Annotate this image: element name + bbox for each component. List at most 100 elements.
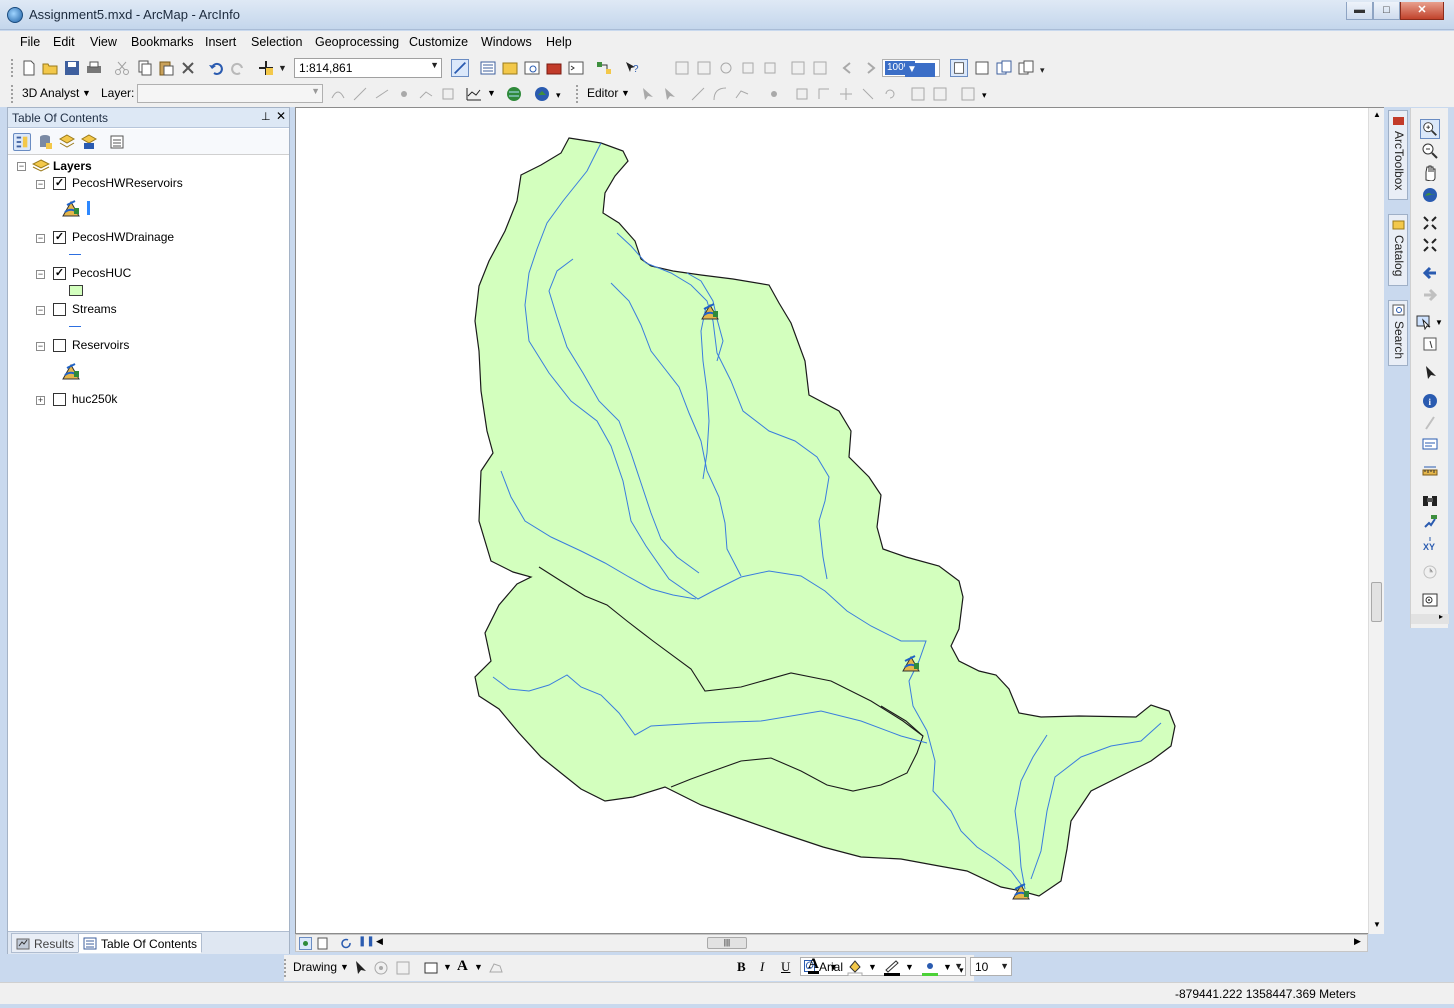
create-features-icon[interactable]: [960, 86, 976, 102]
interpolate-point-icon[interactable]: [396, 86, 412, 102]
layer-collapse-toggle[interactable]: −: [36, 306, 45, 315]
marker-color-icon[interactable]: [921, 958, 939, 976]
edit-vertices-icon[interactable]: [488, 960, 504, 976]
huc-polygon-symbol[interactable]: [69, 285, 83, 296]
whats-this-icon[interactable]: ?: [624, 60, 640, 76]
change-layout-icon[interactable]: [996, 60, 1012, 76]
3d-analyst-menu[interactable]: 3D Analyst: [22, 86, 79, 100]
rectangle-dropdown-icon[interactable]: ▼: [443, 962, 452, 972]
list-by-source-icon[interactable]: [36, 133, 54, 151]
list-by-selection-icon[interactable]: [80, 133, 98, 151]
font-color-dropdown-icon[interactable]: ▼: [829, 962, 838, 972]
huc-polygon-north[interactable]: [474, 137, 1176, 897]
layer-visibility-checkbox[interactable]: ✓: [53, 231, 66, 244]
bold-button[interactable]: B: [737, 959, 746, 975]
tab-search[interactable]: Search: [1388, 300, 1408, 366]
drawing-dropdown-icon[interactable]: ▼: [340, 962, 349, 972]
tab-arctoolbox[interactable]: ArcToolbox: [1388, 110, 1408, 200]
fixed-zoom-out-icon[interactable]: [696, 60, 712, 76]
toolbar-options-icon[interactable]: ▾: [959, 965, 964, 976]
layout-view-icon[interactable]: [316, 937, 329, 950]
scroll-up-icon[interactable]: ▲: [1373, 110, 1381, 119]
arctoolbox-icon[interactable]: [546, 60, 562, 76]
drainage-line-symbol[interactable]: [69, 254, 81, 255]
next-extent-icon[interactable]: [862, 60, 878, 76]
copy-icon[interactable]: [137, 60, 153, 76]
fill-color-dropdown-icon[interactable]: ▼: [868, 962, 877, 972]
menu-windows[interactable]: Windows: [481, 35, 532, 49]
minimize-button[interactable]: ▬: [1346, 2, 1373, 20]
layer-name[interactable]: Streams: [72, 302, 117, 316]
attributes-icon[interactable]: [910, 86, 926, 102]
map-vertical-scrollbar[interactable]: ▲ ▼: [1368, 108, 1384, 934]
undo-icon[interactable]: [208, 60, 224, 76]
toolbar-grip[interactable]: [11, 59, 14, 77]
layer-name[interactable]: Reservoirs: [72, 338, 129, 352]
select-elements-icon[interactable]: [352, 960, 368, 976]
straight-segment-icon[interactable]: [690, 86, 706, 102]
zoom-whole-page-icon[interactable]: [740, 60, 756, 76]
data-driven-pages-icon[interactable]: [1018, 60, 1034, 76]
layer-dropdown-icon[interactable]: ▼: [311, 86, 320, 96]
paste-icon[interactable]: [158, 60, 174, 76]
arcscene-icon[interactable]: [534, 86, 550, 102]
vertical-scroll-thumb[interactable]: [1371, 582, 1382, 622]
reservoir-symbol-icon[interactable]: [61, 361, 81, 381]
layers-collapse-toggle[interactable]: −: [17, 162, 26, 171]
menu-help[interactable]: Help: [546, 35, 572, 49]
find-binoculars-icon[interactable]: [1422, 492, 1438, 508]
steepest-path-icon[interactable]: [352, 86, 368, 102]
go-back-extent-icon[interactable]: [1422, 265, 1438, 281]
zoom-percent-combo[interactable]: 100% ▼: [882, 59, 940, 77]
underline-button[interactable]: U: [781, 959, 790, 975]
rectangle-icon[interactable]: [423, 960, 439, 976]
scroll-left-icon[interactable]: ◀: [376, 936, 383, 947]
fill-color-icon[interactable]: [846, 958, 864, 976]
tab-results[interactable]: Results: [11, 933, 80, 953]
pan-page-icon[interactable]: [718, 60, 734, 76]
catalog-window-icon[interactable]: [502, 60, 518, 76]
layer-expand-toggle[interactable]: +: [36, 396, 45, 405]
menu-file[interactable]: File: [20, 35, 40, 49]
toolbar-options-icon[interactable]: ▾: [1040, 65, 1045, 76]
pause-drawing-icon[interactable]: ❚❚: [358, 936, 375, 947]
edit-tool-icon[interactable]: [640, 86, 656, 102]
add-data-icon[interactable]: [258, 60, 274, 76]
list-by-drawing-order-icon[interactable]: [13, 133, 31, 151]
3d-analyst-dropdown-icon[interactable]: ▼: [82, 88, 91, 98]
split-tool-icon[interactable]: [860, 86, 876, 102]
search-window-icon[interactable]: [524, 60, 540, 76]
reshape-feature-icon[interactable]: [816, 86, 832, 102]
font-size-combo[interactable]: 10 ▼: [970, 957, 1012, 976]
edit-annotation-icon[interactable]: [662, 86, 678, 102]
menu-view[interactable]: View: [90, 35, 117, 49]
contour-icon[interactable]: [330, 86, 346, 102]
italic-button[interactable]: I: [760, 959, 764, 975]
drawing-menu[interactable]: Drawing: [293, 960, 337, 974]
editor-menu[interactable]: Editor: [587, 86, 618, 100]
pan-hand-icon[interactable]: [1422, 165, 1438, 181]
menu-selection[interactable]: Selection: [251, 35, 302, 49]
tab-table-of-contents[interactable]: Table Of Contents: [78, 933, 203, 953]
new-document-icon[interactable]: [21, 60, 37, 76]
layer-combo[interactable]: ▼: [137, 84, 323, 103]
toolbar-options-icon[interactable]: ▾: [556, 90, 561, 101]
scroll-right-icon[interactable]: ▶: [1354, 936, 1361, 947]
fixed-zoom-in-icon[interactable]: [1422, 215, 1438, 231]
line-color-dropdown-icon[interactable]: ▼: [905, 962, 914, 972]
measure-icon[interactable]: [1422, 464, 1438, 480]
zoom-out-icon[interactable]: [1422, 143, 1438, 159]
add-data-dropdown-icon[interactable]: ▼: [278, 63, 287, 73]
layout-zoom-in-icon[interactable]: [790, 60, 806, 76]
map-scale-combo[interactable]: 1:814,861 ▼: [294, 58, 442, 78]
menu-insert[interactable]: Insert: [205, 35, 236, 49]
zoom-percent-dropdown-icon[interactable]: ▼: [905, 63, 935, 77]
menu-customize[interactable]: Customize: [409, 35, 468, 49]
find-route-icon[interactable]: [1422, 514, 1438, 530]
end-point-arc-icon[interactable]: [712, 86, 728, 102]
layer-visibility-checkbox[interactable]: [53, 393, 66, 406]
layer-collapse-toggle[interactable]: −: [36, 270, 45, 279]
layer-name[interactable]: huc250k: [72, 392, 117, 406]
font-size-dropdown-icon[interactable]: ▼: [1000, 961, 1009, 971]
layer-collapse-toggle[interactable]: −: [36, 342, 45, 351]
